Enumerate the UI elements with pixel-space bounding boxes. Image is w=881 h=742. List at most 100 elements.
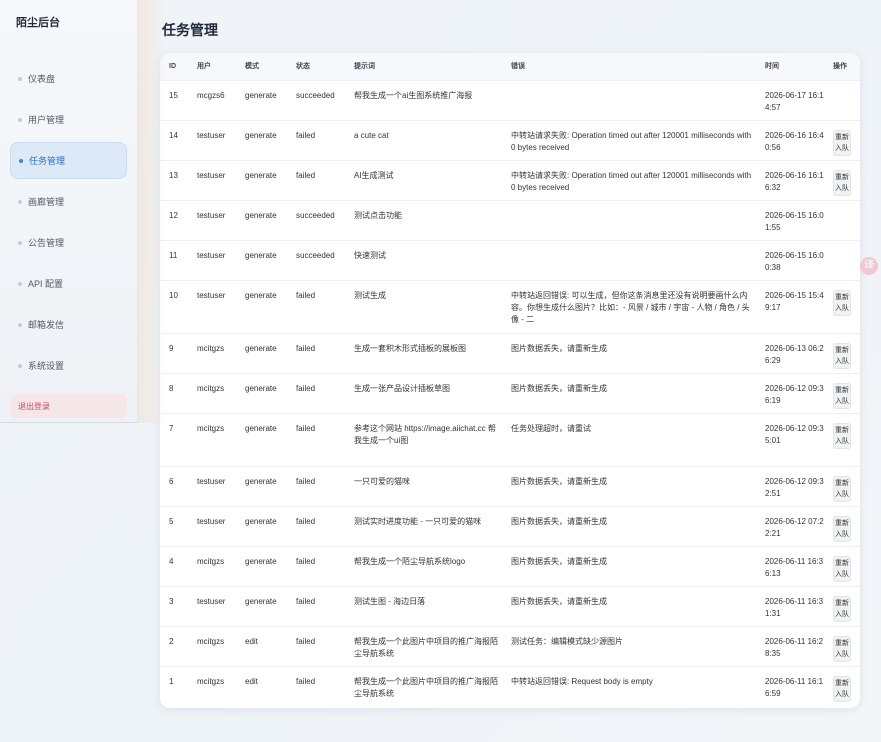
cell-prompt: 测试生成 [345,279,502,333]
sidebar-item-2[interactable]: 任务管理 [10,142,127,179]
cell-time: 2026-06-15 15:49:17 [756,279,824,333]
cell-action: 重新入队 [824,119,860,160]
cell-mode: generate [236,465,287,506]
table-row: 4 mcitgzs generate failed 帮我生成一个陌尘导航系统logo 图片… [160,545,860,586]
sidebar-item-label: 系统设置 [28,361,65,371]
cell-time: 2026-06-12 09:32:51 [756,465,824,506]
table-row: 11 testuser generate succeeded 快速测试 2026-06-1… [160,239,860,280]
cell-prompt: 生成一张产品设计插板草图 [345,372,502,413]
cell-user: mcitgzs [188,545,236,586]
cell-error: 中转站返回错误: 可以生成，但你这条消息里还没有说明要画什么内容。你想生成什么图… [502,279,756,333]
sidebar-item-label: 公告管理 [28,238,65,248]
cell-id: 3 [160,585,188,626]
page-title: 任务管理 [162,22,218,38]
cell-status: failed [287,625,345,666]
cell-time: 2026-06-13 06:26:29 [756,332,824,373]
cell-mode: generate [236,199,287,240]
cell-prompt: 参考这个网站 https://image.aiichat.cc 帮我生成一个ui… [345,412,502,466]
cell-action: 重新入队 [824,159,860,200]
cell-status: failed [287,545,345,586]
table-row: 9 mcitgzs generate failed 生成一套积木形式插板的展板图 图片数据… [160,332,860,373]
sidebar-item-label: API 配置 [28,279,64,289]
cell-user: mcgzs6 [188,79,236,120]
cell-mode: generate [236,79,287,120]
cell-error: 图片数据丢失，请重新生成 [502,545,756,586]
sidebar-item-label: 用户管理 [28,115,65,125]
column-header: 时间 [756,53,824,80]
cell-error: 测试任务：编辑模式缺少源图片 [502,625,756,666]
cell-time: 2026-06-12 09:35:01 [756,412,824,466]
cell-error: 中转站返回错误: Request body is empty [502,665,756,706]
sidebar-item-label: 仪表盘 [28,74,56,84]
cell-user: testuser [188,465,236,506]
cell-action: 重新入队 [824,332,860,373]
sidebar-item-4[interactable]: 公告管理 [10,224,127,261]
cell-user: testuser [188,585,236,626]
sidebar-item-6[interactable]: 邮箱发信 [10,306,127,343]
cell-mode: generate [236,279,287,333]
requeue-button[interactable]: 重新入队 [833,289,851,316]
cell-time: 2026-06-16 16:40:56 [756,119,824,160]
sidebar-item-3[interactable]: 画廊管理 [10,183,127,220]
cell-id: 1 [160,665,188,706]
cell-time: 2026-06-11 16:28:35 [756,625,824,666]
requeue-button[interactable]: 重新入队 [833,422,851,449]
sidebar-item-5[interactable]: API 配置 [10,265,127,302]
cell-mode: generate [236,239,287,280]
cell-prompt: a cute cat [345,119,502,160]
requeue-button[interactable]: 重新入队 [833,555,851,582]
logout-button[interactable]: 退出登录 [10,394,127,418]
requeue-button[interactable]: 重新入队 [833,169,851,196]
table-row: 1 mcitgzs edit failed 帮我生成一个此图片中项目的推广海报陌尘导航系… [160,665,860,706]
sidebar-item-0[interactable]: 仪表盘 [10,60,127,97]
requeue-button[interactable]: 重新入队 [833,382,851,409]
cell-error [502,79,756,120]
bullet-icon [18,117,22,122]
cell-action: 重新入队 [824,412,860,466]
bullet-icon [18,240,22,245]
cell-user: testuser [188,119,236,160]
cell-id: 2 [160,625,188,666]
requeue-button[interactable]: 重新入队 [833,129,851,156]
requeue-button[interactable]: 重新入队 [833,595,851,622]
requeue-button[interactable]: 重新入队 [833,475,851,502]
cell-mode: generate [236,412,287,466]
cell-id: 6 [160,465,188,506]
cell-time: 2026-06-12 09:36:19 [756,372,824,413]
cell-prompt: 帮我生成一个此图片中项目的推广海报陌尘导航系统 [345,625,502,666]
requeue-button[interactable]: 重新入队 [833,342,851,369]
sidebar-item-label: 任务管理 [29,156,66,166]
cell-action: 重新入队 [824,465,860,506]
sidebar-item-label: 画廊管理 [28,197,65,207]
table-row: 8 mcitgzs generate failed 生成一张产品设计插板草图 图片数据丢失… [160,372,860,413]
cell-prompt: 帮我生成一个ai生图系统推广海报 [345,79,502,120]
translate-float-button[interactable]: 译 [860,257,878,275]
cell-action: 重新入队 [824,372,860,413]
cell-status: failed [287,412,345,466]
sidebar-item-1[interactable]: 用户管理 [10,101,127,138]
cell-action [824,79,860,120]
tasks-table-card: ID 用户 模式 状态 提示词 错误 时间 操作 15 mcgzs6 generate succee… [160,53,860,708]
cell-error: 图片数据丢失，请重新生成 [502,332,756,373]
cell-mode: generate [236,585,287,626]
cell-mode: edit [236,625,287,666]
cell-prompt: 帮我生成一个此图片中项目的推广海报陌尘导航系统 [345,665,502,706]
cell-prompt: 测试生图 - 海边日落 [345,585,502,626]
requeue-button[interactable]: 重新入队 [833,515,851,542]
table-row: 12 testuser generate succeeded 测试点击功能 2026-06… [160,199,860,240]
cell-user: mcitgzs [188,412,236,466]
table-row: 2 mcitgzs edit failed 帮我生成一个此图片中项目的推广海报陌尘导航系… [160,625,860,666]
cell-user: testuser [188,279,236,333]
sidebar-item-7[interactable]: 系统设置 [10,347,127,384]
requeue-button[interactable]: 重新入队 [833,675,851,702]
requeue-button[interactable]: 重新入队 [833,635,851,662]
sidebar-nav: 仪表盘用户管理任务管理画廊管理公告管理 API 配置邮箱发信系统设置 [0,52,137,384]
cell-time: 2026-06-11 16:16:59 [756,665,824,706]
column-header: 状态 [287,53,345,80]
cell-action [824,199,860,240]
cell-user: testuser [188,159,236,200]
column-header: 用户 [188,53,236,80]
table-body: 15 mcgzs6 generate succeeded 帮我生成一个ai生图系统推广海… [160,79,860,706]
cell-prompt: 生成一套积木形式插板的展板图 [345,332,502,373]
cell-mode: generate [236,372,287,413]
